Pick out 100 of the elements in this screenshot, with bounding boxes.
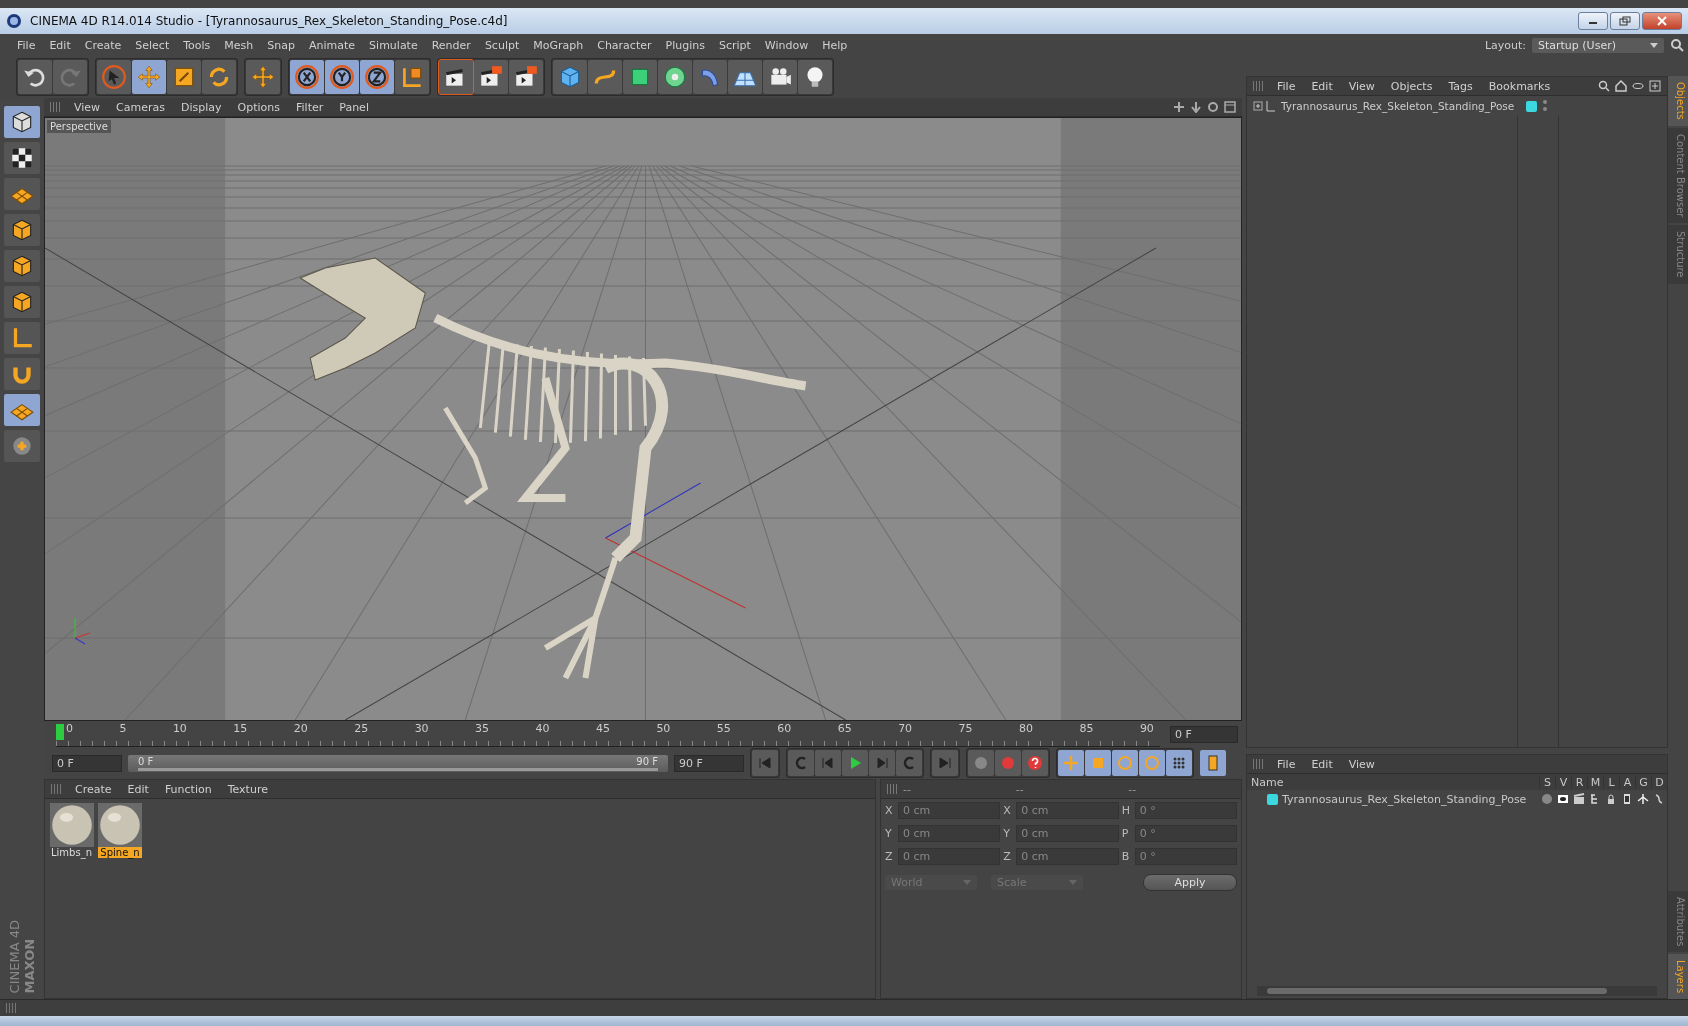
menu-item[interactable]: Snap <box>260 38 302 52</box>
coordinate-field[interactable]: 0 ° <box>1134 825 1237 842</box>
tool-button[interactable] <box>4 250 40 282</box>
menu-item[interactable]: Objects <box>1382 79 1441 93</box>
menu-item[interactable]: Bookmarks <box>1480 79 1559 93</box>
coordinate-field[interactable]: 0 ° <box>1134 848 1237 865</box>
end-frame-field[interactable]: 90 F <box>674 754 744 772</box>
search-icon[interactable] <box>1598 80 1610 92</box>
frame-range-slider[interactable]: 0 F 90 F <box>128 754 668 772</box>
side-tab[interactable]: Layers <box>1668 953 1688 999</box>
search-icon[interactable] <box>1670 38 1684 52</box>
side-tab[interactable]: Objects <box>1668 76 1688 126</box>
coordinate-field[interactable]: 0 cm <box>1016 825 1119 842</box>
menu-item[interactable]: File <box>10 38 43 52</box>
coordinate-field[interactable]: 0 cm <box>1016 802 1119 819</box>
menu-item[interactable]: Character <box>590 38 659 52</box>
home-icon[interactable] <box>1615 80 1627 92</box>
tool-button[interactable] <box>4 106 40 138</box>
move-arrows-icon[interactable] <box>1173 101 1185 113</box>
help-button[interactable] <box>1022 750 1048 776</box>
toolbar-button[interactable] <box>798 60 832 94</box>
object-name[interactable]: Tyrannosaurus_Rex_Skeleton_Standing_Pose <box>1281 100 1515 112</box>
menu-item[interactable]: Help <box>815 38 855 52</box>
menu-item[interactable]: Edit <box>119 782 157 796</box>
menu-item[interactable]: Create <box>77 38 129 52</box>
toolbar-button[interactable] <box>658 60 692 94</box>
menu-item[interactable]: Tags <box>1440 79 1481 93</box>
playback-button[interactable] <box>815 750 841 776</box>
coordinate-field[interactable]: 0 cm <box>898 802 1001 819</box>
start-frame-field[interactable]: 0 F <box>52 754 122 772</box>
playback-button[interactable] <box>869 750 895 776</box>
new-window-icon[interactable] <box>1649 80 1661 92</box>
coordinate-field[interactable]: 0 ° <box>1134 802 1237 819</box>
menu-item[interactable]: Tools <box>176 38 218 52</box>
deformer-icon[interactable] <box>1653 793 1665 805</box>
menu-item[interactable]: Options <box>229 100 288 114</box>
toolbar-button[interactable] <box>439 60 473 94</box>
menu-item[interactable]: MoGraph <box>526 38 591 52</box>
timeline-button[interactable] <box>1200 750 1226 776</box>
toolbar-button[interactable] <box>325 60 359 94</box>
menu-item[interactable]: Edit <box>1303 79 1341 93</box>
menu-item[interactable]: Animate <box>302 38 363 52</box>
toolbar-button[interactable] <box>474 60 508 94</box>
menu-item[interactable]: Panel <box>331 100 377 114</box>
restore-button[interactable] <box>1610 12 1640 30</box>
menu-item[interactable]: Mesh <box>217 38 261 52</box>
eye-icon[interactable] <box>1557 793 1569 805</box>
tool-button[interactable] <box>4 286 40 318</box>
menu-item[interactable]: Edit <box>1303 757 1341 771</box>
film-strip-icon[interactable] <box>1621 793 1633 805</box>
down-arrow-icon[interactable] <box>1190 101 1202 113</box>
menu-item[interactable]: Simulate <box>362 38 425 52</box>
toolbar-button[interactable] <box>509 60 543 94</box>
tool-button[interactable] <box>4 142 40 174</box>
menu-item[interactable]: Plugins <box>658 38 712 52</box>
layout-dropdown[interactable]: Startup (User) <box>1532 37 1664 53</box>
close-button[interactable] <box>1642 12 1682 30</box>
toolbar-button[interactable] <box>290 60 324 94</box>
menu-item[interactable]: View <box>1340 79 1383 93</box>
menu-item[interactable]: View <box>66 100 109 114</box>
side-tab[interactable]: Content Browser <box>1668 127 1688 224</box>
menu-item[interactable]: Edit <box>42 38 78 52</box>
menu-item[interactable]: Filter <box>288 100 332 114</box>
material-thumbnail[interactable]: Spine_n <box>98 803 142 858</box>
material-thumbnail[interactable]: Limbs_n <box>49 803 94 858</box>
menu-item[interactable]: Window <box>757 38 816 52</box>
apply-button[interactable]: Apply <box>1143 874 1237 891</box>
coordinate-field[interactable]: 0 cm <box>1016 848 1119 865</box>
menu-item[interactable]: Sculpt <box>477 38 527 52</box>
toolbar-button[interactable] <box>763 60 797 94</box>
coordinate-field[interactable]: 0 cm <box>898 848 1001 865</box>
menu-item[interactable]: Cameras <box>108 100 173 114</box>
menu-item[interactable]: File <box>1269 757 1304 771</box>
playback-button[interactable] <box>842 750 868 776</box>
tool-button[interactable] <box>4 214 40 246</box>
menu-item[interactable]: Create <box>67 782 120 796</box>
lock-icon[interactable] <box>1605 793 1617 805</box>
rotate-icon[interactable] <box>1207 101 1219 113</box>
playhead[interactable] <box>56 723 64 740</box>
current-frame-field[interactable]: 0 F <box>1170 725 1238 743</box>
window-icon[interactable] <box>1224 101 1236 113</box>
visibility-dots-icon[interactable] <box>1542 99 1549 113</box>
horizontal-scrollbar[interactable] <box>1257 986 1657 996</box>
playback-button[interactable] <box>896 750 922 776</box>
menu-item[interactable]: Texture <box>219 782 276 796</box>
clapperboard-icon[interactable] <box>1573 793 1585 805</box>
side-tab[interactable]: Structure <box>1668 225 1688 284</box>
menu-item[interactable]: File <box>1269 79 1304 93</box>
solo-dot-icon[interactable] <box>1541 793 1553 805</box>
viewport[interactable]: Perspective <box>44 117 1242 721</box>
menu-item[interactable]: Function <box>156 782 220 796</box>
key-filter-button[interactable] <box>1166 750 1192 776</box>
side-tab[interactable]: Attributes <box>1668 890 1688 952</box>
menu-item[interactable]: Display <box>173 100 230 114</box>
menu-item[interactable]: View <box>1340 757 1383 771</box>
playback-button[interactable] <box>788 750 814 776</box>
menu-item[interactable]: Select <box>128 38 177 52</box>
menu-item[interactable]: Render <box>424 38 478 52</box>
eye-outline-icon[interactable] <box>1632 80 1644 92</box>
menu-item[interactable]: Script <box>711 38 758 52</box>
